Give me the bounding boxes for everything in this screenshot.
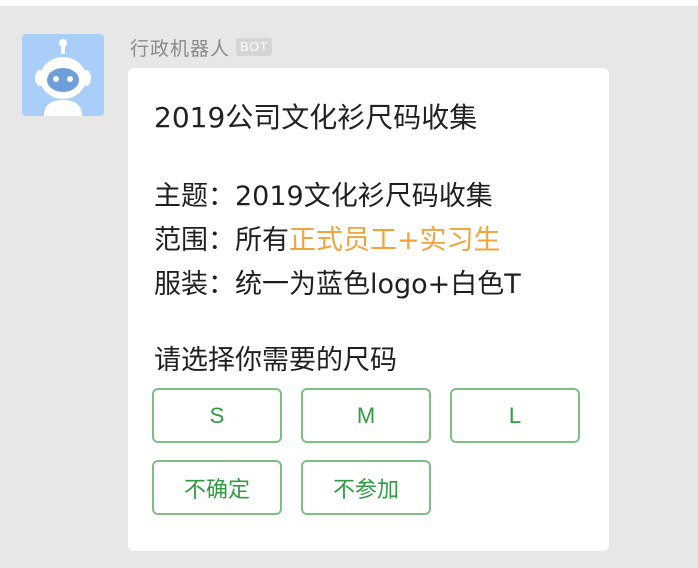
scope-label: 范围： <box>154 225 235 256</box>
clothing-label: 服装： <box>154 269 235 300</box>
robot-avatar-icon <box>35 39 91 116</box>
info-line-scope: 范围：所有正式员工+实习生 <box>154 218 501 257</box>
card-title: 2019公司文化衫尺码收集 <box>154 101 478 134</box>
scope-highlight: 正式员工+实习生 <box>289 225 501 256</box>
clothing-value: 统一为蓝色logo+白色T <box>235 269 521 300</box>
scope-value: 所有 <box>235 225 289 256</box>
sender-name: 行政机器人 <box>130 37 231 60</box>
size-s-button[interactable]: S <box>152 388 282 443</box>
size-m-button[interactable]: M <box>301 388 431 443</box>
info-line-topic: 主题：2019文化衫尺码收集 <box>154 174 493 213</box>
not-participating-button[interactable]: 不参加 <box>301 460 431 515</box>
topic-value: 2019文化衫尺码收集 <box>235 181 493 212</box>
info-line-clothing: 服装：统一为蓝色logo+白色T <box>154 262 521 301</box>
avatar[interactable] <box>22 34 104 116</box>
unsure-button[interactable]: 不确定 <box>152 460 282 515</box>
topic-label: 主题： <box>154 181 235 212</box>
message-card: 2019公司文化衫尺码收集 主题：2019文化衫尺码收集 范围：所有正式员工+实… <box>128 68 609 551</box>
bot-badge: BOT <box>236 38 273 56</box>
size-prompt: 请选择你需要的尺码 <box>154 345 397 376</box>
size-l-button[interactable]: L <box>450 388 580 443</box>
top-divider <box>0 0 698 6</box>
sender-header: 行政机器人 BOT <box>130 34 273 60</box>
